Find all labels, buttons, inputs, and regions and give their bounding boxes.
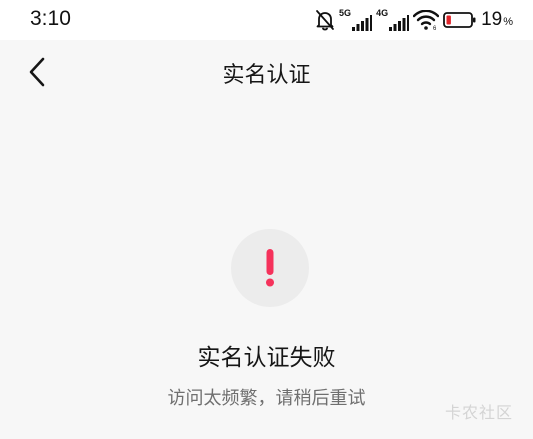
title-bar: 实名认证 <box>0 40 533 104</box>
battery-percent-symbol: % <box>503 16 513 28</box>
network-type-label: 5G <box>339 8 352 18</box>
page-title: 实名认证 <box>222 63 311 88</box>
status-time: 3:10 <box>30 7 71 30</box>
watermark: 卡农社区 <box>444 403 513 422</box>
wifi-icon: 6 <box>413 10 440 30</box>
bell-off-icon <box>316 10 334 31</box>
signal-icon <box>389 15 410 31</box>
result-title: 实名认证失败 <box>197 345 336 371</box>
battery-percent: 19 <box>481 9 503 30</box>
network-type-label: 4G <box>376 8 389 18</box>
status-bar: 3:10 5G 4G 6 19 % <box>0 0 533 40</box>
svg-text:6: 6 <box>433 26 437 30</box>
exclamation-icon <box>266 249 274 287</box>
battery-icon <box>443 12 476 28</box>
signal-4g: 4G <box>376 8 410 31</box>
status-icons: 5G 4G 6 19 % <box>311 8 513 32</box>
error-icon-circle <box>231 229 309 307</box>
signal-5g: 5G <box>339 8 373 31</box>
signal-icon <box>352 15 373 31</box>
